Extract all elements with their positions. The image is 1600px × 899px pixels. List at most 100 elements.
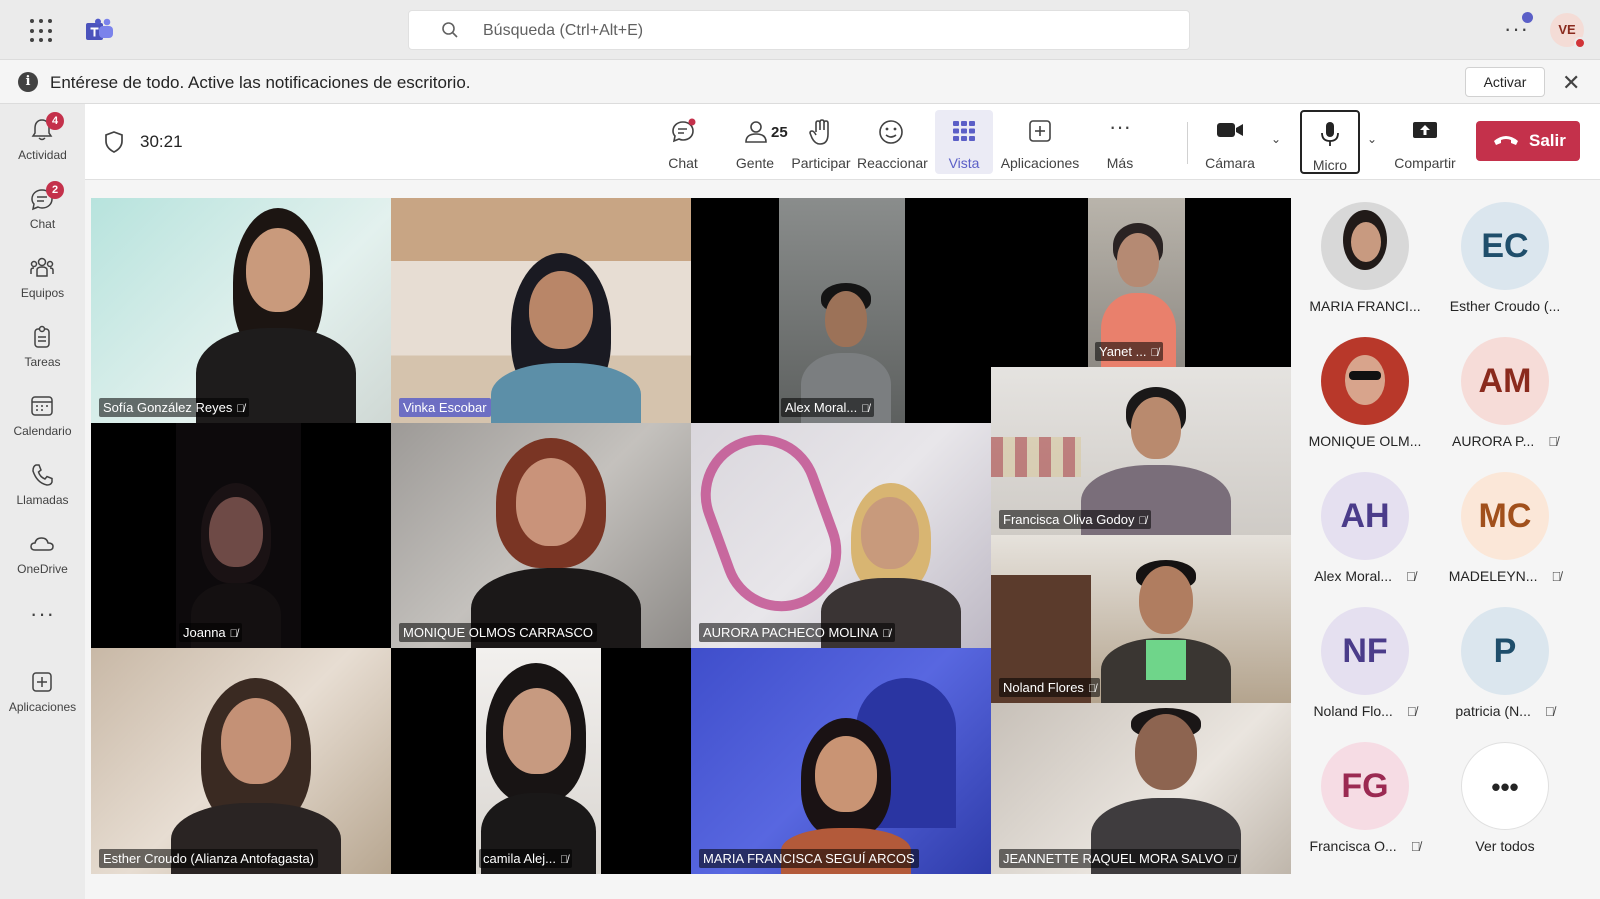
rail-item-chat[interactable]: 2 Chat (0, 177, 85, 245)
mic-off-icon: 🎙̸ (1227, 854, 1236, 866)
notification-dot (1522, 12, 1533, 23)
camera-icon (1217, 123, 1243, 137)
participant-avatar (1321, 337, 1409, 425)
user-avatar[interactable]: VE (1550, 13, 1586, 49)
video-tile[interactable]: camila Alej... 🎙̸ (391, 648, 691, 874)
participant-name: MARIA FRANCI... (1309, 298, 1421, 314)
participant-name-label: MARIA FRANCISCA SEGUÍ ARCOS (699, 849, 919, 868)
participant-name: Esther Croudo (... (1449, 298, 1561, 314)
mic-off-icon: 🎙̸ (1138, 515, 1147, 527)
view-all-button[interactable]: ••• Ver todos (1435, 738, 1575, 868)
rail-item-onedrive[interactable]: OneDrive (0, 522, 85, 590)
rail-item-equipos[interactable]: Equipos (0, 246, 85, 314)
shield-icon[interactable] (103, 130, 125, 154)
camera-button[interactable]: Cámara (1195, 110, 1265, 174)
roster-participant[interactable]: AH Alex Moral... 🎙̸ (1295, 468, 1435, 598)
app-launcher-icon[interactable] (30, 19, 54, 43)
mic-off-icon: 🎙̸ (1548, 434, 1558, 449)
video-tile[interactable]: Esther Croudo (Alianza Antofagasta) (91, 648, 391, 874)
info-icon: i (18, 72, 38, 92)
roster-participant[interactable]: MONIQUE OLM... (1295, 333, 1435, 463)
mic-button[interactable]: Micro (1300, 110, 1360, 174)
roster-participant[interactable]: EC Esther Croudo (... (1435, 198, 1575, 328)
mic-off-icon: 🎙̸ (229, 628, 238, 640)
camera-options-chevron-icon[interactable]: ⌄ (1271, 132, 1281, 146)
mic-off-icon: 🎙̸ (861, 403, 870, 415)
rail-item-actividad[interactable]: 4 Actividad (0, 108, 85, 176)
hand-icon (809, 119, 829, 145)
search-icon (442, 22, 458, 38)
phone-icon (32, 464, 53, 486)
rail-item-tareas[interactable]: Tareas (0, 315, 85, 383)
leave-button[interactable]: Salir (1476, 121, 1580, 161)
rail-label: Chat (29, 217, 56, 231)
rail-label: OneDrive (17, 562, 68, 576)
roster-participant[interactable]: MARIA FRANCI... (1295, 198, 1435, 328)
app-rail: 4 Actividad 2 Chat Equipos Tareas Calend… (0, 104, 85, 899)
participant-avatar: MC (1461, 472, 1549, 560)
smile-icon (879, 120, 903, 144)
people-label: Gente (735, 155, 775, 171)
video-tile[interactable]: Alex Moral... 🎙̸ (691, 198, 991, 423)
search-box[interactable]: Búsqueda (Ctrl+Alt+E) (408, 10, 1190, 50)
participant-avatar (1321, 202, 1409, 290)
raise-hand-button[interactable]: Participar (787, 110, 855, 174)
chat-label: Chat (668, 155, 698, 171)
video-tile[interactable]: MARIA FRANCISCA SEGUÍ ARCOS (691, 648, 991, 874)
tasks-icon (34, 325, 50, 348)
more-icon: ··· (30, 601, 55, 626)
video-tile[interactable]: Francisca Oliva Godoy 🎙̸ (991, 367, 1291, 535)
share-screen-icon (1413, 122, 1437, 138)
video-tile[interactable]: Noland Flores 🎙̸ (991, 535, 1291, 703)
rail-item-aplicaciones[interactable]: Aplicaciones (0, 660, 85, 728)
more-icon: ••• (1461, 742, 1549, 830)
mic-options-chevron-icon[interactable]: ⌄ (1367, 132, 1377, 146)
view-button[interactable]: Vista (935, 110, 993, 174)
participant-name: Noland Flo... 🎙̸ (1313, 703, 1417, 719)
video-tile[interactable]: Yanet ... 🎙̸ (991, 198, 1291, 367)
participant-name: AURORA P... 🎙̸ (1452, 433, 1558, 449)
video-tile[interactable]: JEANNETTE RAQUEL MORA SALVO 🎙̸ (991, 703, 1291, 874)
notification-banner: i Entérese de todo. Active las notificac… (0, 60, 1600, 104)
video-tile[interactable]: AURORA PACHECO MOLINA 🎙̸ (691, 423, 991, 648)
participant-name-label: Francisca Oliva Godoy 🎙̸ (999, 510, 1151, 529)
react-button[interactable]: Reaccionar (857, 110, 928, 174)
react-label: Reaccionar (857, 155, 928, 171)
mic-off-icon: 🎙̸ (236, 403, 245, 415)
mic-off-icon: 🎙̸ (1410, 839, 1421, 854)
roster-participant[interactable]: NF Noland Flo... 🎙̸ (1295, 603, 1435, 733)
rail-item-calendario[interactable]: Calendario (0, 384, 85, 452)
roster-participant[interactable]: FG Francisca O... 🎙̸ (1295, 738, 1435, 868)
roster-participant[interactable]: AM AURORA P... 🎙̸ (1435, 333, 1575, 463)
video-tile[interactable]: Sofía González Reyes 🎙̸ (91, 198, 391, 423)
roster-participant[interactable]: MC MADELEYN... 🎙̸ (1435, 468, 1575, 598)
participant-avatar: NF (1321, 607, 1409, 695)
presence-busy-icon (1574, 37, 1586, 49)
video-tile[interactable]: Vinka Escobar (391, 198, 691, 423)
rail-item-llamadas[interactable]: Llamadas (0, 453, 85, 521)
roster-participant[interactable]: P patricia (N... 🎙̸ (1435, 603, 1575, 733)
mic-off-icon: 🎙̸ (1406, 569, 1416, 584)
camera-label: Cámara (1205, 155, 1255, 171)
more-button[interactable]: ··· Más (1095, 110, 1145, 174)
video-tile[interactable]: Joanna 🎙̸ (91, 423, 391, 648)
activate-button[interactable]: Activar (1465, 67, 1545, 97)
rail-item-more[interactable]: ··· (0, 591, 85, 659)
mic-off-icon: 🎙̸ (1544, 704, 1555, 719)
people-button[interactable]: 25 Gente (725, 110, 788, 174)
rail-label: Aplicaciones (8, 700, 77, 714)
share-button[interactable]: Compartir (1385, 110, 1465, 174)
top-bar: Búsqueda (Ctrl+Alt+E) ··· VE (0, 0, 1600, 60)
video-tile[interactable]: MONIQUE OLMOS CARRASCO (391, 423, 691, 648)
video-grid: Sofía González Reyes 🎙̸ Vinka Escobar Ale… (91, 198, 1291, 874)
participant-name-label: Joanna 🎙̸ (179, 623, 242, 642)
chat-button[interactable]: Chat (657, 110, 709, 174)
teams-logo-icon[interactable] (86, 18, 114, 44)
rail-label: Actividad (18, 148, 67, 162)
mic-off-icon: 🎙̸ (882, 628, 891, 640)
apps-button[interactable]: Aplicaciones (995, 110, 1085, 174)
more-icon: ··· (1109, 114, 1131, 139)
participant-name-label: Sofía González Reyes 🎙̸ (99, 398, 249, 417)
close-icon[interactable]: ✕ (1562, 70, 1580, 96)
mic-off-icon: 🎙̸ (1087, 683, 1097, 695)
